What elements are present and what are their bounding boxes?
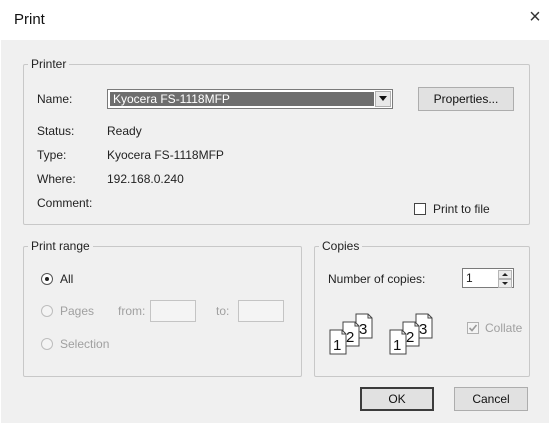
radio-all[interactable]	[41, 273, 53, 285]
collate-page-1: 1	[333, 337, 341, 354]
radio-pages[interactable]	[41, 305, 53, 317]
ok-button[interactable]: OK	[360, 387, 434, 411]
collate-page-3: 3	[419, 321, 427, 338]
collate-checkbox[interactable]	[467, 322, 479, 334]
comment-label: Comment:	[37, 196, 93, 210]
radio-selection[interactable]	[41, 338, 53, 350]
print-range-group-label: Print range	[31, 239, 90, 253]
number-of-copies-label: Number of copies:	[328, 272, 426, 286]
window-title: Print	[14, 11, 45, 28]
where-value: 192.168.0.240	[107, 172, 184, 186]
stepper-buttons	[498, 270, 512, 288]
collate-page-2: 2	[406, 329, 414, 346]
collate-label[interactable]: Collate	[485, 321, 522, 335]
decrement-icon[interactable]	[498, 279, 512, 288]
pages-from-label: from:	[118, 304, 146, 318]
status-label: Status:	[37, 124, 75, 138]
close-icon[interactable]: ×	[524, 6, 546, 29]
collate-stack-1: 3 2 1	[329, 313, 373, 355]
radio-selected-dot	[45, 277, 49, 281]
copies-group-label: Copies	[322, 239, 360, 253]
collate-page-3: 3	[359, 321, 367, 338]
printer-name-value: Kyocera FS-1118MFP	[110, 92, 374, 106]
pages-from-input[interactable]	[150, 300, 196, 322]
status-value: Ready	[107, 124, 142, 138]
copies-stepper[interactable]: 1	[462, 268, 514, 288]
collate-pages-icon: 3 2 1 3 2 1	[329, 313, 433, 355]
collate-page-1: 1	[393, 337, 401, 354]
type-label: Type:	[37, 148, 67, 162]
print-to-file-label[interactable]: Print to file	[433, 202, 490, 216]
pages-to-label: to:	[216, 304, 230, 318]
increment-icon[interactable]	[498, 270, 512, 279]
radio-selection-label[interactable]: Selection	[60, 337, 109, 351]
copies-group: Copies	[314, 239, 530, 377]
properties-button[interactable]: Properties...	[418, 87, 514, 111]
print-to-file-checkbox[interactable]	[414, 203, 426, 215]
collate-stack-2: 3 2 1	[389, 313, 433, 355]
collate-page-2: 2	[346, 329, 354, 346]
pages-to-input[interactable]	[238, 300, 284, 322]
radio-all-label[interactable]: All	[60, 272, 73, 286]
name-label: Name:	[37, 92, 73, 106]
printer-name-select[interactable]: Kyocera FS-1118MFP	[107, 89, 393, 109]
printer-group-label: Printer	[31, 57, 67, 71]
title-bar	[0, 0, 550, 40]
radio-pages-label[interactable]: Pages	[60, 304, 94, 318]
cancel-button[interactable]: Cancel	[454, 387, 528, 411]
checkmark-icon	[468, 324, 478, 332]
where-label: Where:	[37, 172, 76, 186]
chevron-down-icon[interactable]	[375, 91, 391, 107]
copies-value: 1	[466, 271, 473, 285]
type-value: Kyocera FS-1118MFP	[107, 148, 224, 162]
printer-group: Printer	[23, 57, 530, 225]
